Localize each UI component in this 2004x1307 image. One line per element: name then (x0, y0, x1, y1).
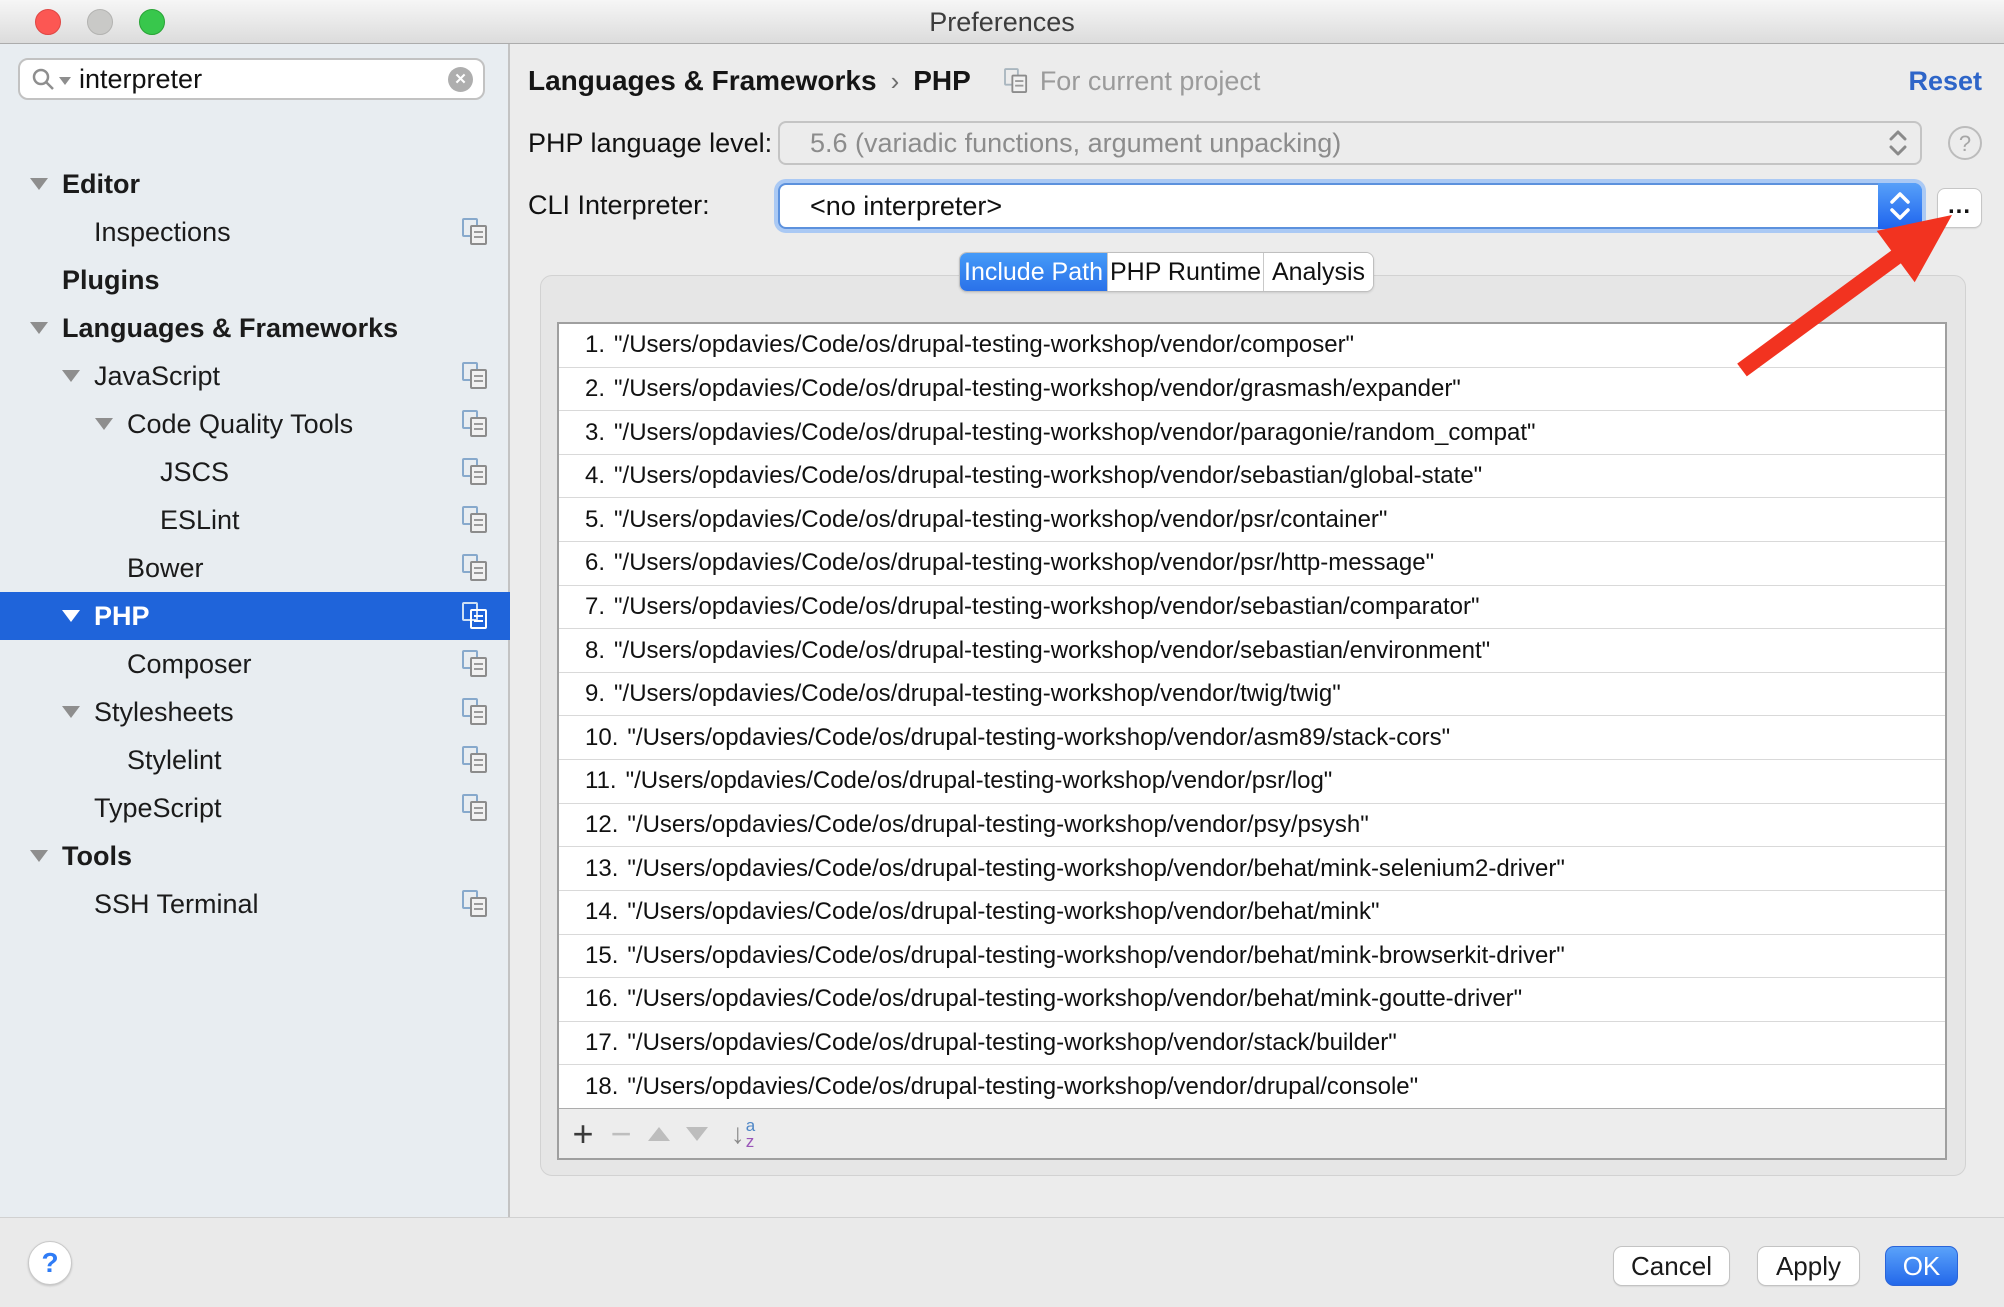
add-path-button[interactable]: + (565, 1112, 601, 1156)
sidebar-item-languages-frameworks[interactable]: Languages & Frameworks (0, 304, 510, 352)
collapse-arrow-icon[interactable] (62, 610, 80, 622)
list-item[interactable]: 2."/Users/opdavies/Code/os/drupal-testin… (559, 367, 1945, 411)
ok-button[interactable]: OK (1885, 1246, 1958, 1286)
sidebar-item-composer[interactable]: Composer (0, 640, 510, 688)
sidebar-item-javascript[interactable]: JavaScript (0, 352, 510, 400)
sidebar-item-ssh-terminal[interactable]: SSH Terminal (0, 880, 510, 928)
list-item[interactable]: 11."/Users/opdavies/Code/os/drupal-testi… (559, 759, 1945, 803)
project-settings-icon (462, 458, 489, 487)
include-path-list: 1."/Users/opdavies/Code/os/drupal-testin… (557, 322, 1947, 1160)
list-item[interactable]: 10."/Users/opdavies/Code/os/drupal-testi… (559, 715, 1945, 759)
project-settings-icon (462, 602, 489, 631)
project-settings-icon (462, 794, 489, 823)
cancel-button[interactable]: Cancel (1613, 1246, 1730, 1286)
titlebar: Preferences (0, 0, 2004, 44)
list-item[interactable]: 17."/Users/opdavies/Code/os/drupal-testi… (559, 1021, 1945, 1065)
list-item[interactable]: 14."/Users/opdavies/Code/os/drupal-testi… (559, 890, 1945, 934)
list-item[interactable]: 6."/Users/opdavies/Code/os/drupal-testin… (559, 541, 1945, 585)
sidebar-item-editor[interactable]: Editor (0, 160, 510, 208)
sidebar-item-eslint[interactable]: ESLint (0, 496, 510, 544)
collapse-arrow-icon[interactable] (30, 850, 48, 862)
footer-bar: ? Cancel Apply OK (0, 1217, 2004, 1307)
sidebar-item-php[interactable]: PHP (0, 592, 510, 640)
project-settings-icon (462, 218, 489, 247)
scope-label: For current project (1040, 66, 1261, 97)
settings-sidebar: ✕ Editor Inspections Plugins Languages &… (0, 44, 510, 1217)
tab-php-runtime[interactable]: PHP Runtime (1107, 253, 1263, 291)
scope-indicator: For current project (1003, 66, 1261, 97)
window-title: Preferences (0, 0, 2004, 44)
stepper-icon[interactable] (1878, 183, 1922, 229)
sidebar-item-code-quality-tools[interactable]: Code Quality Tools (0, 400, 510, 448)
list-item[interactable]: 13."/Users/opdavies/Code/os/drupal-testi… (559, 846, 1945, 890)
project-settings-icon (462, 698, 489, 727)
list-item[interactable]: 18."/Users/opdavies/Code/os/drupal-testi… (559, 1064, 1945, 1108)
sidebar-item-jscs[interactable]: JSCS (0, 448, 510, 496)
project-settings-icon (462, 890, 489, 919)
search-input[interactable] (79, 64, 448, 95)
list-item[interactable]: 1."/Users/opdavies/Code/os/drupal-testin… (559, 324, 1945, 367)
move-up-button[interactable] (641, 1112, 677, 1156)
breadcrumb-parent[interactable]: Languages & Frameworks (528, 65, 877, 97)
project-settings-icon (462, 746, 489, 775)
collapse-arrow-icon[interactable] (30, 178, 48, 190)
search-icon (30, 66, 56, 92)
breadcrumb: Languages & Frameworks › PHP For current… (528, 60, 1260, 102)
sort-alphabetically-button[interactable]: ↓ a z (717, 1112, 769, 1156)
list-item[interactable]: 5."/Users/opdavies/Code/os/drupal-testin… (559, 497, 1945, 541)
breadcrumb-separator-icon: › (891, 66, 900, 97)
clear-search-icon[interactable]: ✕ (448, 67, 473, 92)
sidebar-item-plugins[interactable]: Plugins (0, 256, 510, 304)
list-item[interactable]: 4."/Users/opdavies/Code/os/drupal-testin… (559, 454, 1945, 498)
language-level-label: PHP language level: (528, 121, 772, 165)
project-settings-icon (462, 506, 489, 535)
browse-interpreters-button[interactable]: ... (1937, 188, 1982, 228)
project-settings-icon (462, 650, 489, 679)
tab-include-path[interactable]: Include Path (960, 253, 1107, 291)
cli-interpreter-value: <no interpreter> (810, 191, 1002, 222)
project-settings-icon (462, 554, 489, 583)
settings-search-field[interactable]: ✕ (18, 58, 485, 100)
project-settings-icon (1004, 68, 1029, 95)
list-item[interactable]: 7."/Users/opdavies/Code/os/drupal-testin… (559, 585, 1945, 629)
list-item[interactable]: 8."/Users/opdavies/Code/os/drupal-testin… (559, 628, 1945, 672)
cli-interpreter-select[interactable]: <no interpreter> (778, 183, 1922, 229)
cli-interpreter-label: CLI Interpreter: (528, 183, 710, 227)
list-item[interactable]: 12."/Users/opdavies/Code/os/drupal-testi… (559, 803, 1945, 847)
sort-arrow-icon: ↓ (731, 1118, 745, 1150)
sidebar-item-stylesheets[interactable]: Stylesheets (0, 688, 510, 736)
sidebar-item-stylelint[interactable]: Stylelint (0, 736, 510, 784)
language-level-value: 5.6 (variadic functions, argument unpack… (810, 128, 1341, 159)
language-level-select[interactable]: 5.6 (variadic functions, argument unpack… (778, 121, 1922, 165)
search-options-caret-icon[interactable] (59, 77, 71, 85)
include-path-rows: 1."/Users/opdavies/Code/os/drupal-testin… (559, 324, 1945, 1108)
sidebar-item-tools[interactable]: Tools (0, 832, 510, 880)
collapse-arrow-icon[interactable] (62, 370, 80, 382)
php-settings-tabs: Include Path PHP Runtime Analysis (959, 252, 1374, 292)
breadcrumb-current: PHP (913, 65, 971, 97)
collapse-arrow-icon[interactable] (95, 418, 113, 430)
reset-link[interactable]: Reset (1908, 60, 1982, 102)
remove-path-button[interactable]: − (603, 1112, 639, 1156)
project-settings-icon (462, 362, 489, 391)
collapse-arrow-icon[interactable] (62, 706, 80, 718)
sidebar-item-typescript[interactable]: TypeScript (0, 784, 510, 832)
apply-button[interactable]: Apply (1757, 1246, 1860, 1286)
sidebar-item-inspections[interactable]: Inspections (0, 208, 510, 256)
list-item[interactable]: 15."/Users/opdavies/Code/os/drupal-testi… (559, 934, 1945, 978)
help-button[interactable]: ? (28, 1241, 72, 1285)
sidebar-item-bower[interactable]: Bower (0, 544, 510, 592)
move-down-button[interactable] (679, 1112, 715, 1156)
list-item[interactable]: 16."/Users/opdavies/Code/os/drupal-testi… (559, 977, 1945, 1021)
list-item[interactable]: 9."/Users/opdavies/Code/os/drupal-testin… (559, 672, 1945, 716)
help-icon[interactable]: ? (1948, 126, 1982, 160)
tab-analysis[interactable]: Analysis (1263, 253, 1373, 291)
stepper-icon[interactable] (1888, 123, 1908, 163)
list-toolbar: + − ↓ a z (559, 1108, 1945, 1158)
list-item[interactable]: 3."/Users/opdavies/Code/os/drupal-testin… (559, 410, 1945, 454)
collapse-arrow-icon[interactable] (30, 322, 48, 334)
project-settings-icon (462, 410, 489, 439)
